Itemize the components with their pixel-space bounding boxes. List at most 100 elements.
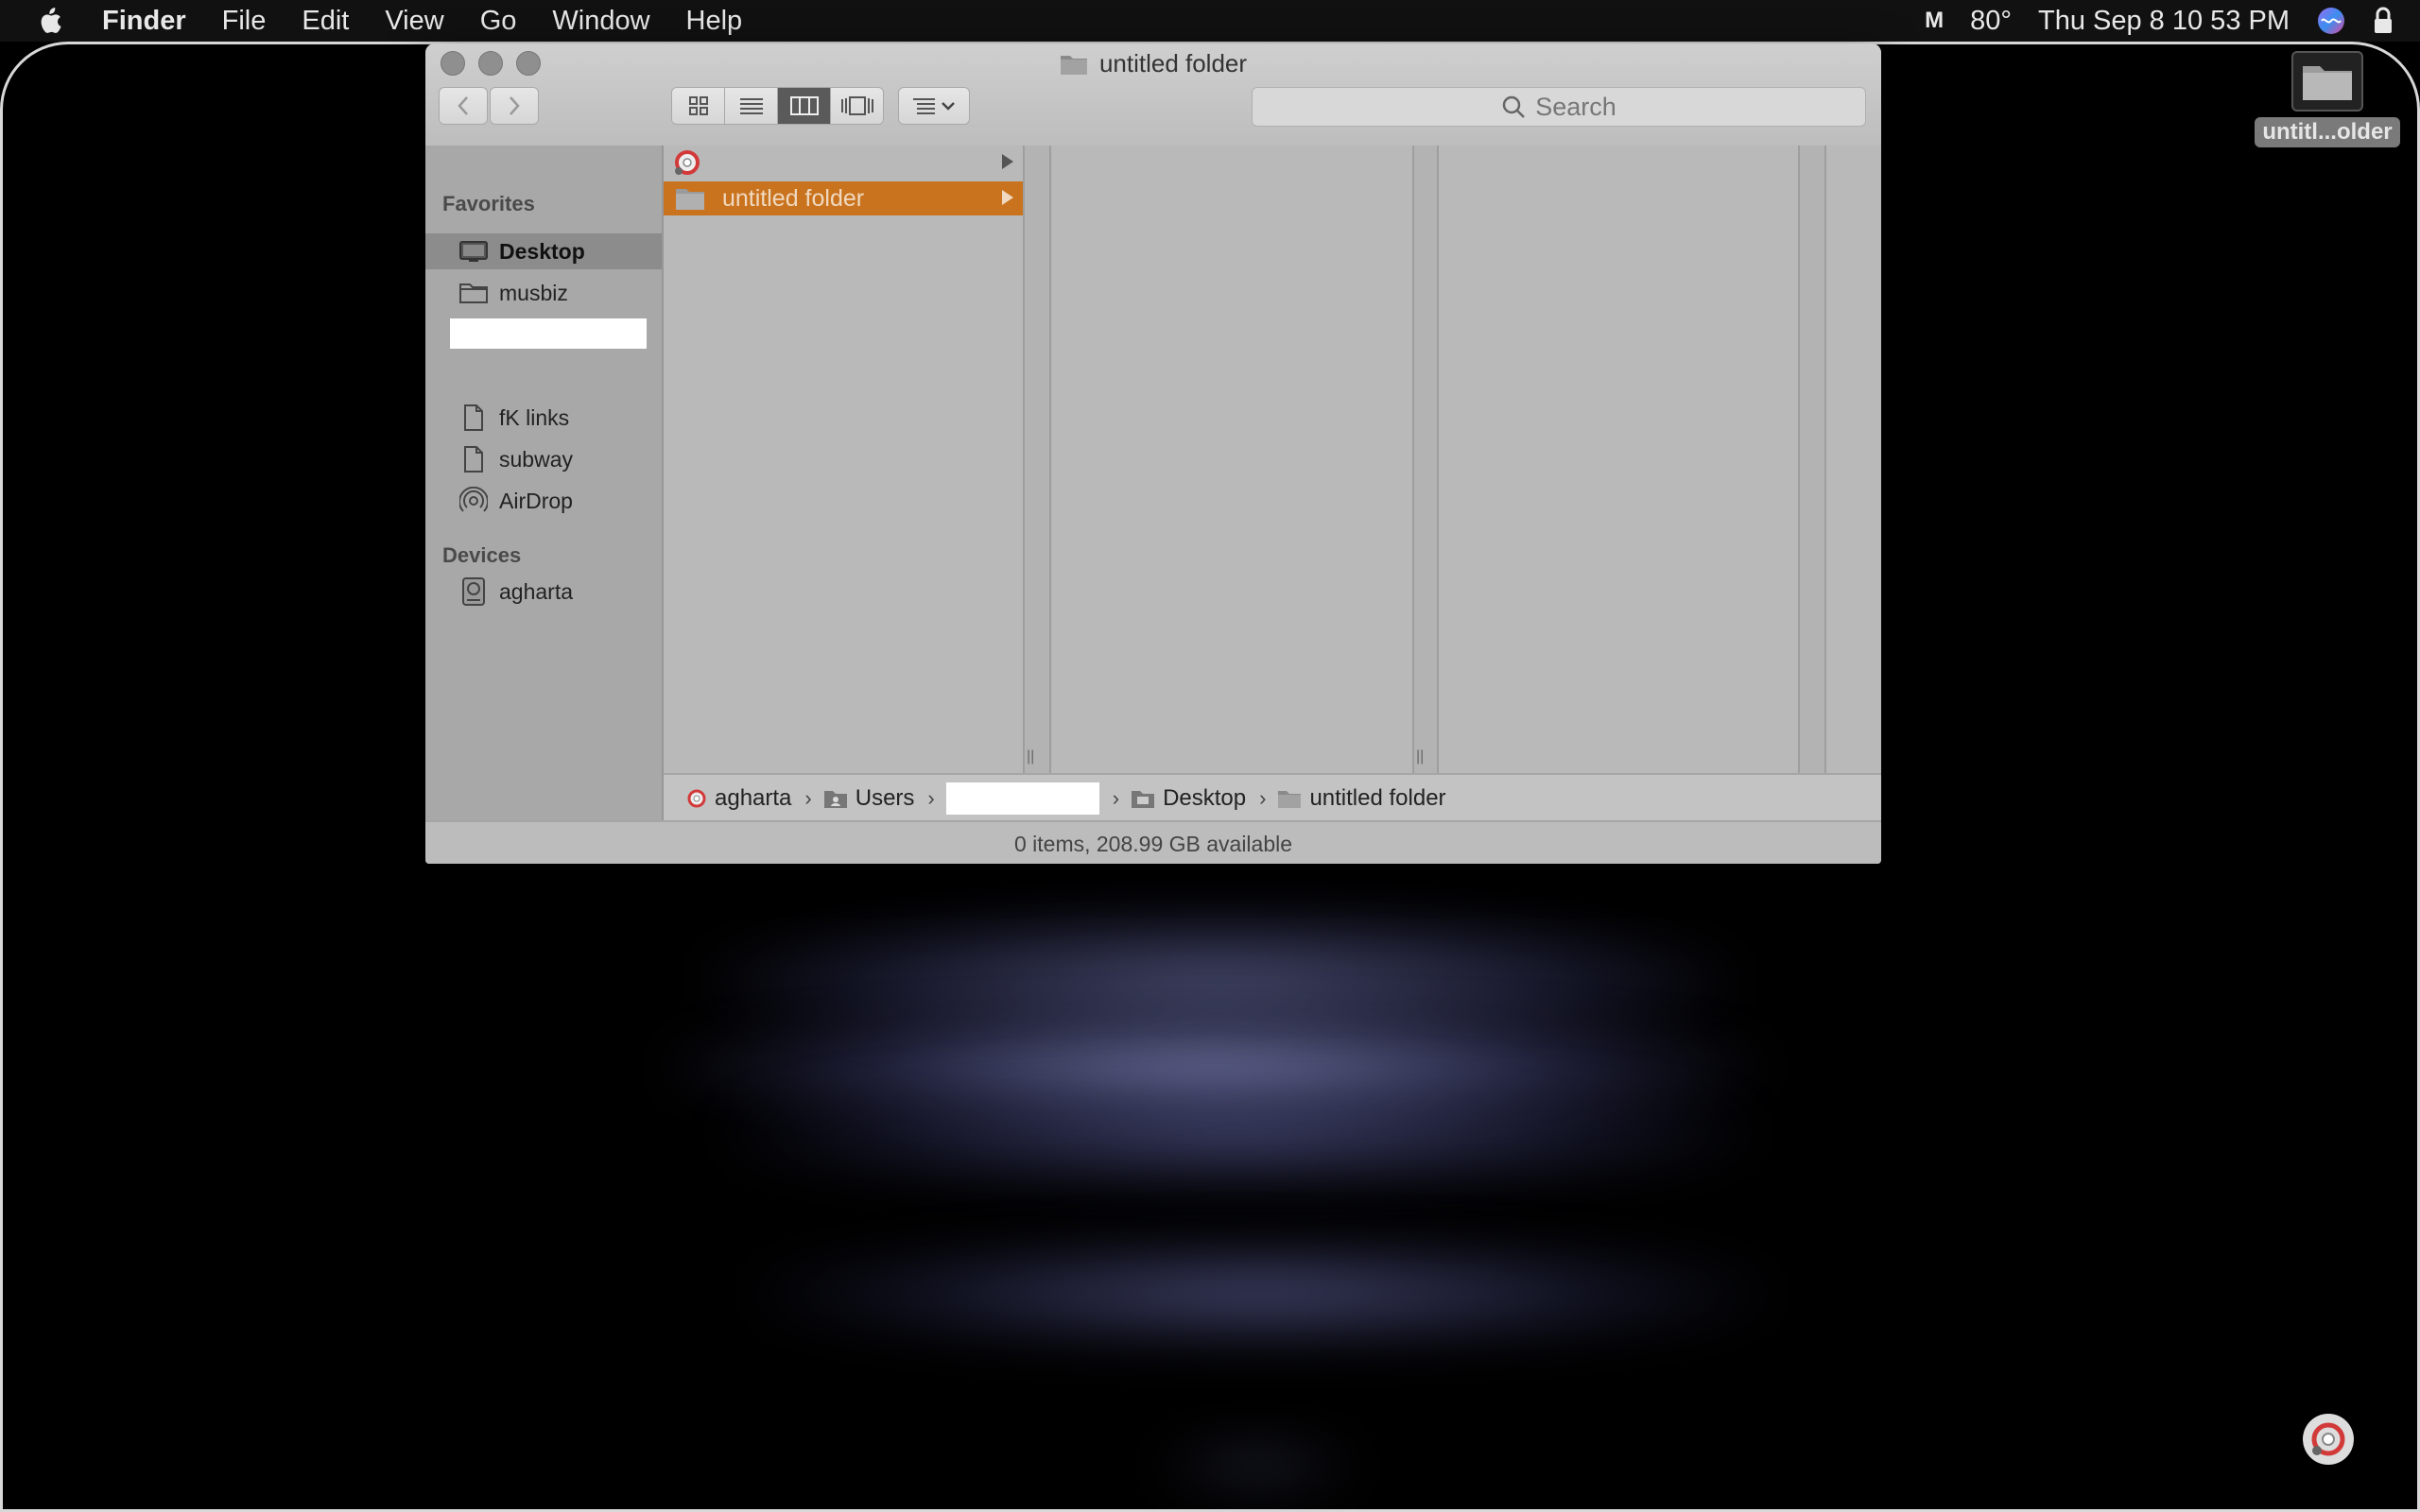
path-item-label: agharta: [715, 785, 792, 811]
sidebar-item-label: agharta: [499, 578, 574, 604]
clock[interactable]: Thu Sep 8 10 53 PM: [2038, 6, 2290, 37]
search-input[interactable]: Search: [1252, 87, 1866, 127]
column-divider[interactable]: [1437, 146, 1439, 773]
sidebar-item-musbiz[interactable]: musbiz: [425, 275, 662, 311]
path-item-agharta[interactable]: agharta: [686, 785, 791, 812]
finder-window: untitled folder Search Favorites Desktop…: [425, 43, 1881, 864]
column-row[interactable]: [664, 146, 1023, 180]
wallpaper-glow: [718, 1081, 1758, 1185]
path-separator-icon: ›: [927, 786, 935, 810]
path-item-label: Users: [855, 785, 915, 811]
sidebar-item-airdrop[interactable]: AirDrop: [425, 483, 662, 519]
icon-view-button[interactable]: [672, 88, 725, 124]
column-gap: [1800, 146, 1824, 773]
wallpaper-glow: [747, 1242, 1777, 1346]
menu-file[interactable]: File: [222, 6, 267, 37]
menu-help[interactable]: Help: [686, 6, 743, 37]
list-view-button[interactable]: [725, 88, 778, 124]
disk-utility-icon[interactable]: [2303, 1414, 2354, 1465]
sidebar-item-label: subway: [499, 446, 573, 472]
arrange-button[interactable]: [898, 87, 970, 125]
search-icon: [1502, 95, 1526, 118]
menu-edit[interactable]: Edit: [302, 6, 349, 37]
folder-icon: [1278, 791, 1302, 808]
gallery-view-button[interactable]: [831, 88, 883, 124]
sidebar-item-subway[interactable]: subway: [425, 441, 662, 477]
column-row-label: untitled folder: [722, 184, 865, 212]
desktop-folder-icon: [1132, 791, 1155, 808]
grid-icon: [688, 96, 708, 115]
titlebar: untitled folder Search: [425, 43, 1881, 147]
redacted-path-item[interactable]: [945, 782, 1099, 815]
sidebar-item-label: fK links: [499, 404, 570, 430]
siri-icon[interactable]: [2316, 6, 2346, 36]
folder-icon: [2291, 51, 2363, 112]
column-divider[interactable]: [1049, 146, 1051, 773]
menu-finder[interactable]: Finder: [102, 6, 186, 37]
path-item-label: Desktop: [1163, 785, 1247, 811]
window-title: untitled folder: [425, 49, 1881, 78]
document-icon: [458, 446, 490, 472]
column-browser: untitled folder || ||: [664, 146, 1881, 773]
path-separator-icon: ›: [1259, 786, 1267, 810]
path-item-users[interactable]: Users: [823, 785, 915, 812]
window-title-text: untitled folder: [1098, 49, 1248, 77]
chevron-down-icon: [942, 102, 955, 111]
sidebar-header-favorites: Favorites: [442, 192, 535, 215]
status-text: 0 items, 208.99 GB available: [1013, 831, 1293, 856]
menu-extra-m[interactable]: M: [1925, 8, 1944, 34]
apple-menu-icon[interactable]: [36, 6, 74, 36]
column-divider[interactable]: [1824, 146, 1826, 773]
users-folder-icon: [823, 791, 847, 808]
document-icon: [458, 404, 490, 431]
airdrop-icon: [458, 487, 490, 515]
disk-icon: [673, 148, 701, 177]
disclosure-arrow-icon: [1002, 190, 1013, 205]
path-item-untitled-folder[interactable]: untitled folder: [1277, 785, 1446, 812]
hard-drive-icon: [458, 577, 490, 606]
sidebar-item-label: Desktop: [499, 238, 585, 264]
redacted-sidebar-item[interactable]: [450, 318, 647, 349]
menu-bar: Finder File Edit View Go Window Help M 8…: [0, 0, 2420, 42]
folder-icon: [675, 186, 705, 211]
folder-icon: [1060, 55, 1087, 75]
sidebar: Favorites Desktop musbiz write fK links: [425, 146, 664, 821]
arrange-icon: [913, 98, 935, 114]
column-resize-handle[interactable]: ||: [1416, 748, 1424, 765]
search-placeholder: Search: [1535, 92, 1616, 121]
column-view-button[interactable]: [778, 88, 831, 124]
menu-view[interactable]: View: [385, 6, 443, 37]
back-button[interactable]: [439, 87, 488, 125]
path-bar: agharta › Users › › Desktop › untitled f…: [664, 773, 1881, 822]
sidebar-item-agharta[interactable]: agharta: [425, 574, 662, 610]
wallpaper-glow: [1153, 1450, 1361, 1482]
column-row-untitled-folder[interactable]: untitled folder: [664, 181, 1023, 215]
path-item-desktop[interactable]: Desktop: [1131, 785, 1246, 812]
view-mode-switcher: [671, 87, 884, 125]
menu-window[interactable]: Window: [552, 6, 649, 37]
cover-flow-icon: [840, 96, 873, 115]
desktop-folder-label: untitl...older: [2255, 117, 2400, 147]
sidebar-item-label: musbiz: [499, 280, 568, 305]
menu-go[interactable]: Go: [480, 6, 517, 37]
path-separator-icon: ›: [1112, 786, 1120, 810]
column-gap: [1025, 146, 1049, 773]
columns-icon: [789, 96, 819, 115]
desktop-folder-untitled[interactable]: untitl...older: [2250, 51, 2405, 147]
folder-icon: [458, 282, 490, 304]
lock-icon[interactable]: [2373, 7, 2394, 35]
sidebar-item-desktop[interactable]: Desktop: [425, 233, 662, 269]
chevron-left-icon: [458, 96, 468, 115]
status-bar: 0 items, 208.99 GB available: [425, 820, 1881, 864]
forward-button[interactable]: [490, 87, 539, 125]
chevron-right-icon: [510, 96, 520, 115]
path-separator-icon: ›: [804, 786, 812, 810]
disk-icon: [687, 789, 706, 808]
sidebar-item-label: AirDrop: [499, 488, 573, 513]
column-resize-handle[interactable]: ||: [1027, 748, 1034, 765]
column-gap: [1414, 146, 1437, 773]
weather-status[interactable]: 80°: [1970, 6, 2012, 37]
sidebar-item-fk-links[interactable]: fK links: [425, 400, 662, 436]
desktop-icon: [458, 240, 490, 263]
disclosure-arrow-icon: [1002, 154, 1013, 169]
